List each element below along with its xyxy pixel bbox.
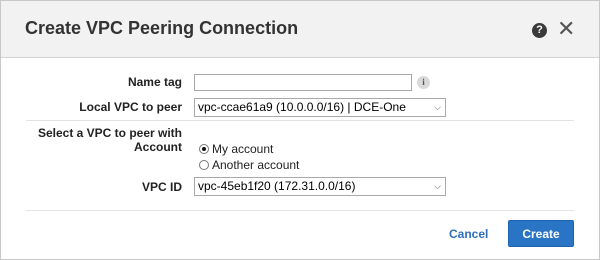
create-button[interactable]: Create: [508, 220, 574, 247]
vpc-id-value: vpc-45eb1f20 (172.31.0.0/16): [198, 179, 356, 193]
radio-my-account[interactable]: My account: [199, 142, 273, 156]
section-divider: [26, 120, 574, 121]
radio-unselected-icon: [199, 160, 209, 170]
close-icon[interactable]: ✕: [557, 18, 575, 40]
info-icon[interactable]: i: [417, 76, 430, 89]
cancel-button[interactable]: Cancel: [449, 227, 488, 241]
name-tag-label: Name tag: [127, 75, 182, 89]
local-vpc-select[interactable]: vpc-ccae61a9 (10.0.0.0/16) | DCE-One ⌵: [194, 98, 446, 117]
local-vpc-label: Local VPC to peer: [79, 100, 182, 114]
dialog-title: Create VPC Peering Connection: [25, 18, 299, 38]
name-tag-input[interactable]: [194, 74, 412, 91]
radio-selected-icon: [199, 144, 209, 154]
account-label: Account: [134, 140, 182, 154]
chevron-down-icon: ⌵: [434, 102, 441, 112]
vpc-id-label: VPC ID: [141, 180, 182, 194]
create-vpc-peering-dialog: Create VPC Peering Connection ? ✕ Name t…: [0, 0, 600, 260]
vpc-id-select[interactable]: vpc-45eb1f20 (172.31.0.0/16) ⌵: [194, 177, 446, 196]
radio-another-account[interactable]: Another account: [199, 158, 299, 172]
radio-my-account-label: My account: [212, 142, 274, 156]
peer-section-heading: Select a VPC to peer with: [37, 126, 182, 140]
radio-another-account-label: Another account: [212, 158, 300, 172]
dialog-header: Create VPC Peering Connection ? ✕: [1, 1, 599, 58]
local-vpc-value: vpc-ccae61a9 (10.0.0.0/16) | DCE-One: [198, 100, 406, 114]
footer-divider: [26, 210, 574, 211]
chevron-down-icon: ⌵: [434, 181, 441, 191]
help-icon[interactable]: ?: [532, 23, 547, 38]
